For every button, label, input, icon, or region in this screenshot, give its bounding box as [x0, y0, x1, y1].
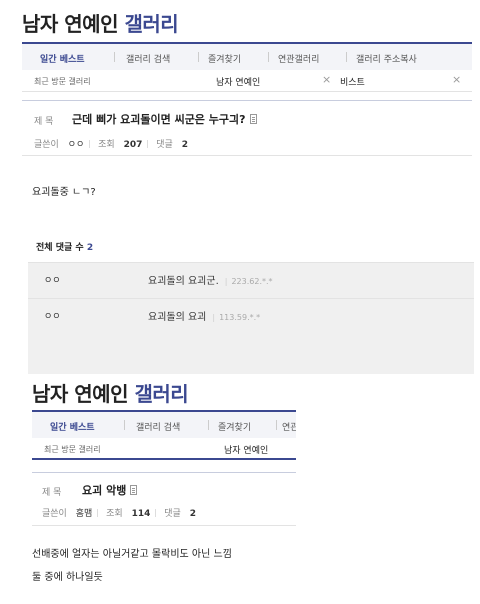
file-icon	[249, 114, 257, 124]
comment-count: 2	[181, 140, 188, 150]
gallery-title[interactable]: 남자 연예인 갤러리	[22, 8, 179, 37]
post-title: 근데 삐가 요괴돌이면 씨군은 누구긔?	[72, 111, 257, 127]
tab-related-galleries[interactable]: 연관	[282, 420, 296, 433]
comment-count: 2	[189, 509, 196, 519]
tab-related-galleries[interactable]: 연관갤러리	[278, 52, 319, 65]
meta-divider	[89, 140, 91, 148]
tab-gallery-search[interactable]: 갤러리 검색	[126, 52, 170, 65]
recent-gallery-item[interactable]: 비스트	[340, 75, 365, 88]
author-name[interactable]: 홈맴	[76, 509, 93, 519]
nav-divider	[114, 52, 115, 62]
comment-text-content: 요괴돌의 요괴군.	[148, 276, 219, 287]
recent-galleries-label: 최근 방문 갤러리	[34, 77, 91, 86]
nav-divider	[346, 52, 347, 62]
gallery-nav: 일간 베스트 갤러리 검색 즐겨찾기 연관갤러리 갤러리 주소복사	[22, 42, 472, 70]
gallery-nav: 일간 베스트 갤러리 검색 즐겨찾기 연관	[32, 410, 296, 438]
tab-daily-best[interactable]: 일간 베스트	[40, 52, 85, 65]
comment-total-count: 2	[86, 243, 94, 253]
nav-divider	[124, 420, 125, 430]
author-label: 글쓴이	[42, 509, 67, 519]
comment-text: 요괴돌의 요괴군. 223.62.*.*	[148, 272, 273, 287]
meta-divider	[147, 140, 149, 148]
nav-divider	[198, 52, 199, 62]
nav-divider	[276, 420, 277, 430]
recent-galleries-bar: 최근 방문 갤러리 남자 연예인	[32, 438, 296, 460]
post-meta: 글쓴이 ㅇㅇ 조회 207 댓글 2	[34, 137, 188, 150]
comment-count-label: 댓글	[156, 140, 173, 150]
comment-ip: 113.59.*.*	[212, 313, 260, 322]
close-icon[interactable]: ×	[452, 73, 461, 86]
tab-gallery-search[interactable]: 갤러리 검색	[136, 420, 180, 433]
post-title: 요괴 악뱅	[82, 482, 138, 498]
views-label: 조회	[98, 140, 115, 150]
nav-divider	[268, 52, 269, 62]
comment-text-content: 요괴돌의 요괴	[148, 312, 207, 323]
recent-gallery-item[interactable]: 남자 연예인	[224, 443, 268, 456]
post-title-text: 근데 삐가 요괴돌이면 씨군은 누구긔?	[72, 113, 246, 126]
gallery-title-accent: 갤러리	[124, 12, 179, 36]
comment-item: ㅇㅇ 요괴돌의 요괴 113.59.*.*	[28, 298, 474, 374]
nav-divider	[208, 420, 209, 430]
meta-divider	[97, 509, 99, 517]
gallery-title-main: 남자 연예인	[22, 12, 118, 36]
gallery-title-main: 남자 연예인	[32, 382, 128, 406]
tab-copy-address[interactable]: 갤러리 주소복사	[356, 52, 417, 65]
recent-galleries-bar: 최근 방문 갤러리 남자 연예인 × 비스트 ×	[22, 70, 472, 92]
comment-author[interactable]: ㅇㅇ	[44, 273, 61, 286]
tab-favorites[interactable]: 즐겨찾기	[208, 52, 241, 65]
views-count: 114	[131, 509, 151, 519]
comment-text: 요괴돌의 요괴 113.59.*.*	[148, 308, 260, 323]
comment-item: ㅇㅇ 요괴돌의 요괴군. 223.62.*.*	[28, 262, 474, 298]
subject-label: 제 목	[42, 488, 62, 498]
post-body: 요괴돌중 ㄴㄱ?	[32, 187, 96, 198]
views-count: 207	[123, 140, 143, 150]
comment-count-label: 댓글	[164, 509, 181, 519]
recent-galleries-label: 최근 방문 갤러리	[44, 445, 101, 454]
gallery-title[interactable]: 남자 연예인 갤러리	[32, 378, 189, 407]
comment-author[interactable]: ㅇㅇ	[44, 309, 61, 322]
meta-divider	[155, 509, 157, 517]
post-body-line: 둘 중에 하나일듯	[32, 572, 103, 583]
gallery-title-accent: 갤러리	[134, 382, 189, 406]
post-title-text: 요괴 악뱅	[82, 484, 127, 497]
subject-label: 제 목	[34, 117, 54, 127]
comment-total: 전체 댓글 수 2	[36, 240, 93, 253]
recent-gallery-item[interactable]: 남자 연예인	[216, 75, 260, 88]
tab-favorites[interactable]: 즐겨찾기	[218, 420, 251, 433]
author-name[interactable]: ㅇㅇ	[68, 140, 85, 150]
post-body-line: 선배중에 얼자는 아닐거같고 몰락비도 아닌 느낌	[32, 549, 232, 560]
file-icon	[130, 485, 138, 495]
tab-daily-best[interactable]: 일간 베스트	[50, 420, 95, 433]
post-meta: 글쓴이 홈맴 조회 114 댓글 2	[42, 506, 196, 519]
close-icon[interactable]: ×	[322, 73, 331, 86]
comment-total-label: 전체 댓글 수	[36, 243, 84, 253]
views-label: 조회	[106, 509, 123, 519]
author-label: 글쓴이	[34, 140, 59, 150]
comment-ip: 223.62.*.*	[225, 277, 273, 286]
